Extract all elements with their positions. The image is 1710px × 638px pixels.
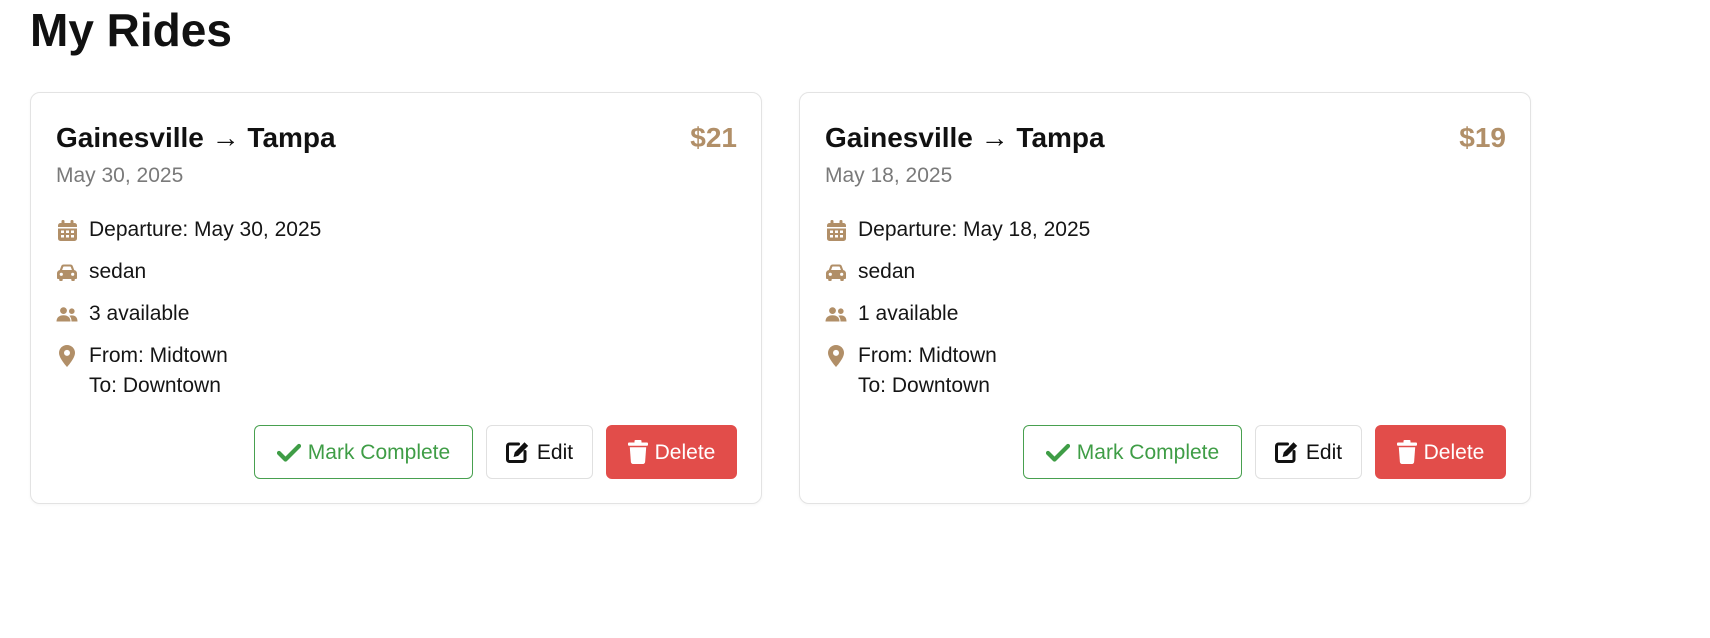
ride-price: $19 [1459,122,1506,153]
trash-icon [627,440,648,464]
delete-button[interactable]: Delete [1375,425,1506,479]
ride-date: May 30, 2025 [56,164,184,187]
ride-actions: Mark Complete Edit Delete [1023,425,1506,479]
ride-price: $21 [690,122,737,153]
ride-route: Gainesville → Tampa [825,122,1105,153]
vehicle-row: sedan [825,257,1506,287]
map-pin-icon [825,345,847,367]
calendar-icon [56,219,78,241]
car-icon [56,261,78,283]
seats-text: 3 available [89,302,190,325]
delete-label: Delete [1423,440,1485,464]
seats-text: 1 available [858,302,959,325]
seats-row: 3 available [56,299,737,329]
delete-label: Delete [654,440,716,464]
mark-complete-label: Mark Complete [1076,440,1220,464]
ride-actions: Mark Complete Edit Delete [254,425,737,479]
ride-route: Gainesville → Tampa [56,122,336,153]
edit-button[interactable]: Edit [1255,425,1362,479]
users-icon [56,303,78,325]
page-title: My Rides [30,4,232,56]
location-text: From: Midtown To: Downtown [89,341,228,401]
departure-text: Departure: May 30, 2025 [89,218,322,241]
users-icon [825,303,847,325]
delete-button[interactable]: Delete [606,425,737,479]
departure-text: Departure: May 18, 2025 [858,218,1091,241]
edit-label: Edit [536,440,574,464]
my-rides-page: My Rides Gainesville → Tampa $21 May 30,… [0,0,1710,638]
ride-card: Gainesville → Tampa $21 May 30, 2025 Dep… [30,92,762,504]
edit-button[interactable]: Edit [486,425,593,479]
departure-row: Departure: May 30, 2025 [56,215,737,245]
location-row: From: Midtown To: Downtown [56,341,737,401]
ride-card-list: Gainesville → Tampa $21 May 30, 2025 Dep… [30,92,1531,504]
check-icon [1045,443,1070,462]
ride-details: Departure: May 30, 2025 sedan 3 availabl… [56,215,737,413]
calendar-icon [825,219,847,241]
from-location: From: Midtown [89,344,228,367]
seats-row: 1 available [825,299,1506,329]
edit-label: Edit [1305,440,1343,464]
location-text: From: Midtown To: Downtown [858,341,997,401]
ride-card: Gainesville → Tampa $19 May 18, 2025 Dep… [799,92,1531,504]
vehicle-text: sedan [89,260,147,283]
vehicle-row: sedan [56,257,737,287]
map-pin-icon [56,345,78,367]
ride-details: Departure: May 18, 2025 sedan 1 availabl… [825,215,1506,413]
location-row: From: Midtown To: Downtown [825,341,1506,401]
to-location: To: Downtown [858,374,990,397]
to-location: To: Downtown [89,374,221,397]
mark-complete-button[interactable]: Mark Complete [1023,425,1242,479]
mark-complete-label: Mark Complete [307,440,451,464]
from-location: From: Midtown [858,344,997,367]
car-icon [825,261,847,283]
check-icon [276,443,301,462]
edit-icon [505,442,529,463]
mark-complete-button[interactable]: Mark Complete [254,425,473,479]
trash-icon [1396,440,1417,464]
departure-row: Departure: May 18, 2025 [825,215,1506,245]
ride-date: May 18, 2025 [825,164,953,187]
vehicle-text: sedan [858,260,916,283]
edit-icon [1274,442,1298,463]
